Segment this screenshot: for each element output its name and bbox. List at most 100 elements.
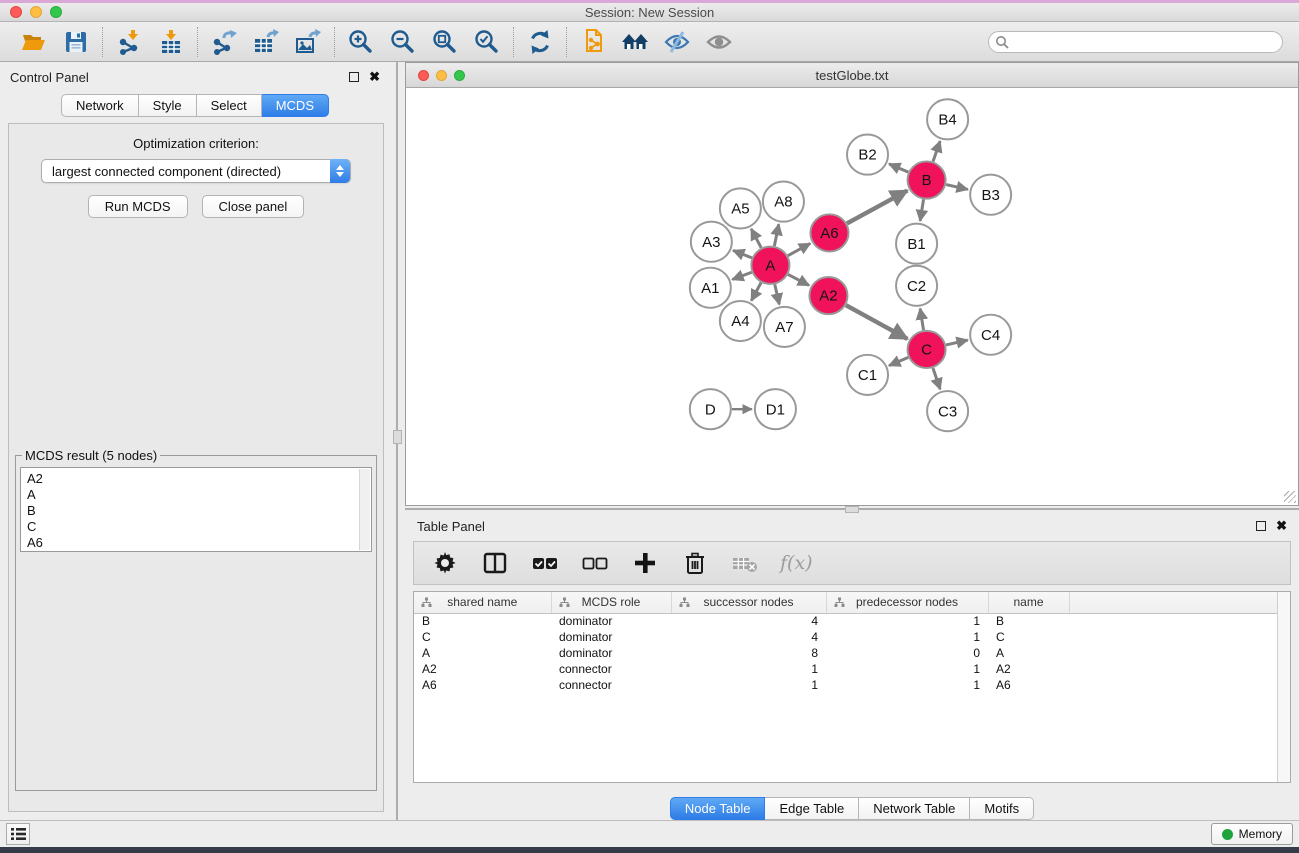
optimization-criterion-select[interactable]: largest connected component (directed) (41, 159, 351, 183)
graph-node-C1[interactable]: C1 (847, 355, 888, 395)
graph-edge-C-C4[interactable] (946, 340, 968, 345)
tab-node-table[interactable]: Node Table (670, 797, 766, 820)
graph-edge-A-A1[interactable] (732, 272, 751, 279)
task-history-button[interactable] (6, 823, 30, 845)
resize-grip-icon[interactable] (1284, 491, 1296, 503)
table-row[interactable]: Adominator80A (414, 645, 1290, 661)
delete-column-icon[interactable] (680, 548, 710, 578)
graph-edge-B-B1[interactable] (920, 199, 923, 221)
close-panel-icon[interactable]: ✖ (369, 72, 380, 82)
mcds-result-list[interactable]: A2 A B C A6 (20, 467, 372, 552)
graph-edge-A-A5[interactable] (751, 229, 761, 248)
network-window-titlebar[interactable]: testGlobe.txt (406, 63, 1298, 88)
table-scrollbar[interactable] (1277, 592, 1290, 782)
graph-edge-C-C1[interactable] (889, 357, 908, 365)
deselect-all-icon[interactable] (580, 548, 610, 578)
graph-edge-A-A2[interactable] (788, 274, 809, 285)
tab-network[interactable]: Network (61, 94, 139, 117)
graph-node-A8[interactable]: A8 (763, 182, 804, 222)
graph-node-B2[interactable]: B2 (847, 135, 888, 175)
list-item[interactable]: B (27, 503, 371, 519)
splitter-grip[interactable] (845, 506, 859, 513)
network-canvas[interactable]: AA1A2A3A4A5A6A7A8BB1B2B3B4CC1C2C3C4DD1 (406, 88, 1298, 505)
zoom-out-icon[interactable] (389, 28, 417, 56)
save-session-icon[interactable] (62, 28, 90, 56)
list-item[interactable]: A6 (27, 535, 371, 551)
graph-node-C2[interactable]: C2 (896, 266, 937, 306)
graph-node-B1[interactable]: B1 (896, 224, 937, 264)
graph-node-B4[interactable]: B4 (927, 99, 968, 139)
graph-edge-A-A3[interactable] (733, 250, 752, 257)
graph-edge-B-B4[interactable] (933, 141, 940, 161)
run-mcds-button[interactable]: Run MCDS (88, 195, 188, 218)
zoom-selected-icon[interactable] (473, 28, 501, 56)
column-header[interactable]: MCDS role (551, 592, 671, 613)
column-header[interactable]: shared name (414, 592, 551, 613)
list-item[interactable]: C (27, 519, 371, 535)
graph-edge-C-C3[interactable] (933, 368, 940, 389)
list-item[interactable]: A (27, 487, 371, 503)
export-table-icon[interactable] (252, 28, 280, 56)
graph-edge-A-A6[interactable] (788, 243, 810, 255)
graph-edge-A-A8[interactable] (774, 224, 778, 246)
first-neighbors-icon[interactable] (621, 28, 649, 56)
graph-node-B[interactable]: B (908, 161, 946, 198)
table-row[interactable]: A2connector11A2 (414, 661, 1290, 677)
import-network-icon[interactable] (115, 28, 143, 56)
graph-node-C3[interactable]: C3 (927, 391, 968, 431)
column-header[interactable]: predecessor nodes (826, 592, 988, 613)
float-panel-icon[interactable] (1256, 521, 1266, 531)
graph-edge-B-B2[interactable] (889, 164, 908, 172)
show-column-icon[interactable] (480, 548, 510, 578)
zoom-in-icon[interactable] (347, 28, 375, 56)
close-panel-button[interactable]: Close panel (202, 195, 305, 218)
graph-node-D[interactable]: D (690, 389, 731, 429)
search-input[interactable] (988, 31, 1283, 53)
graph-edge-A-A7[interactable] (775, 284, 780, 304)
graph-node-A1[interactable]: A1 (690, 268, 731, 308)
export-image-icon[interactable] (294, 28, 322, 56)
graph-node-A3[interactable]: A3 (691, 222, 732, 262)
graph-edge-A2-C[interactable] (846, 305, 907, 339)
graph-node-A5[interactable]: A5 (720, 188, 761, 228)
node-table[interactable]: shared name MCDS role successor nodes pr… (413, 591, 1291, 783)
graph-node-A[interactable]: A (751, 247, 789, 284)
zoom-fit-icon[interactable] (431, 28, 459, 56)
tab-edge-table[interactable]: Edge Table (765, 797, 859, 820)
close-panel-icon[interactable]: ✖ (1276, 521, 1287, 531)
table-row[interactable]: Bdominator41B (414, 613, 1290, 629)
list-scrollbar[interactable] (359, 469, 370, 550)
table-row[interactable]: Cdominator41C (414, 629, 1290, 645)
open-file-icon[interactable] (20, 28, 48, 56)
splitter-grip[interactable] (393, 430, 402, 444)
tab-style[interactable]: Style (139, 94, 197, 117)
horizontal-splitter[interactable] (405, 506, 1299, 513)
float-panel-icon[interactable] (349, 72, 359, 82)
graph-node-C[interactable]: C (908, 331, 946, 368)
column-header[interactable]: name (988, 592, 1069, 613)
graph-node-A4[interactable]: A4 (720, 301, 761, 341)
add-column-icon[interactable] (630, 548, 660, 578)
graph-edge-C-C2[interactable] (920, 309, 923, 331)
column-header[interactable]: successor nodes (671, 592, 826, 613)
graph-edge-B-B3[interactable] (946, 185, 968, 190)
refresh-layout-icon[interactable] (526, 28, 554, 56)
graph-edge-A-A4[interactable] (751, 283, 761, 301)
show-all-icon[interactable] (705, 28, 733, 56)
hide-selected-icon[interactable] (663, 28, 691, 56)
vertical-splitter[interactable] (390, 62, 405, 820)
memory-button[interactable]: Memory (1211, 823, 1293, 845)
list-item[interactable]: A2 (27, 471, 371, 487)
delete-table-icon[interactable] (730, 548, 760, 578)
graph-edge-A6-B[interactable] (847, 191, 907, 224)
tab-motifs[interactable]: Motifs (970, 797, 1034, 820)
new-network-from-file-icon[interactable] (579, 28, 607, 56)
graph-node-C4[interactable]: C4 (970, 315, 1011, 355)
graph-node-A2[interactable]: A2 (809, 277, 847, 314)
import-table-icon[interactable] (157, 28, 185, 56)
table-row[interactable]: A6connector11A6 (414, 677, 1290, 693)
graph-node-A7[interactable]: A7 (764, 307, 805, 347)
select-all-icon[interactable] (530, 548, 560, 578)
tab-network-table[interactable]: Network Table (859, 797, 970, 820)
export-network-icon[interactable] (210, 28, 238, 56)
